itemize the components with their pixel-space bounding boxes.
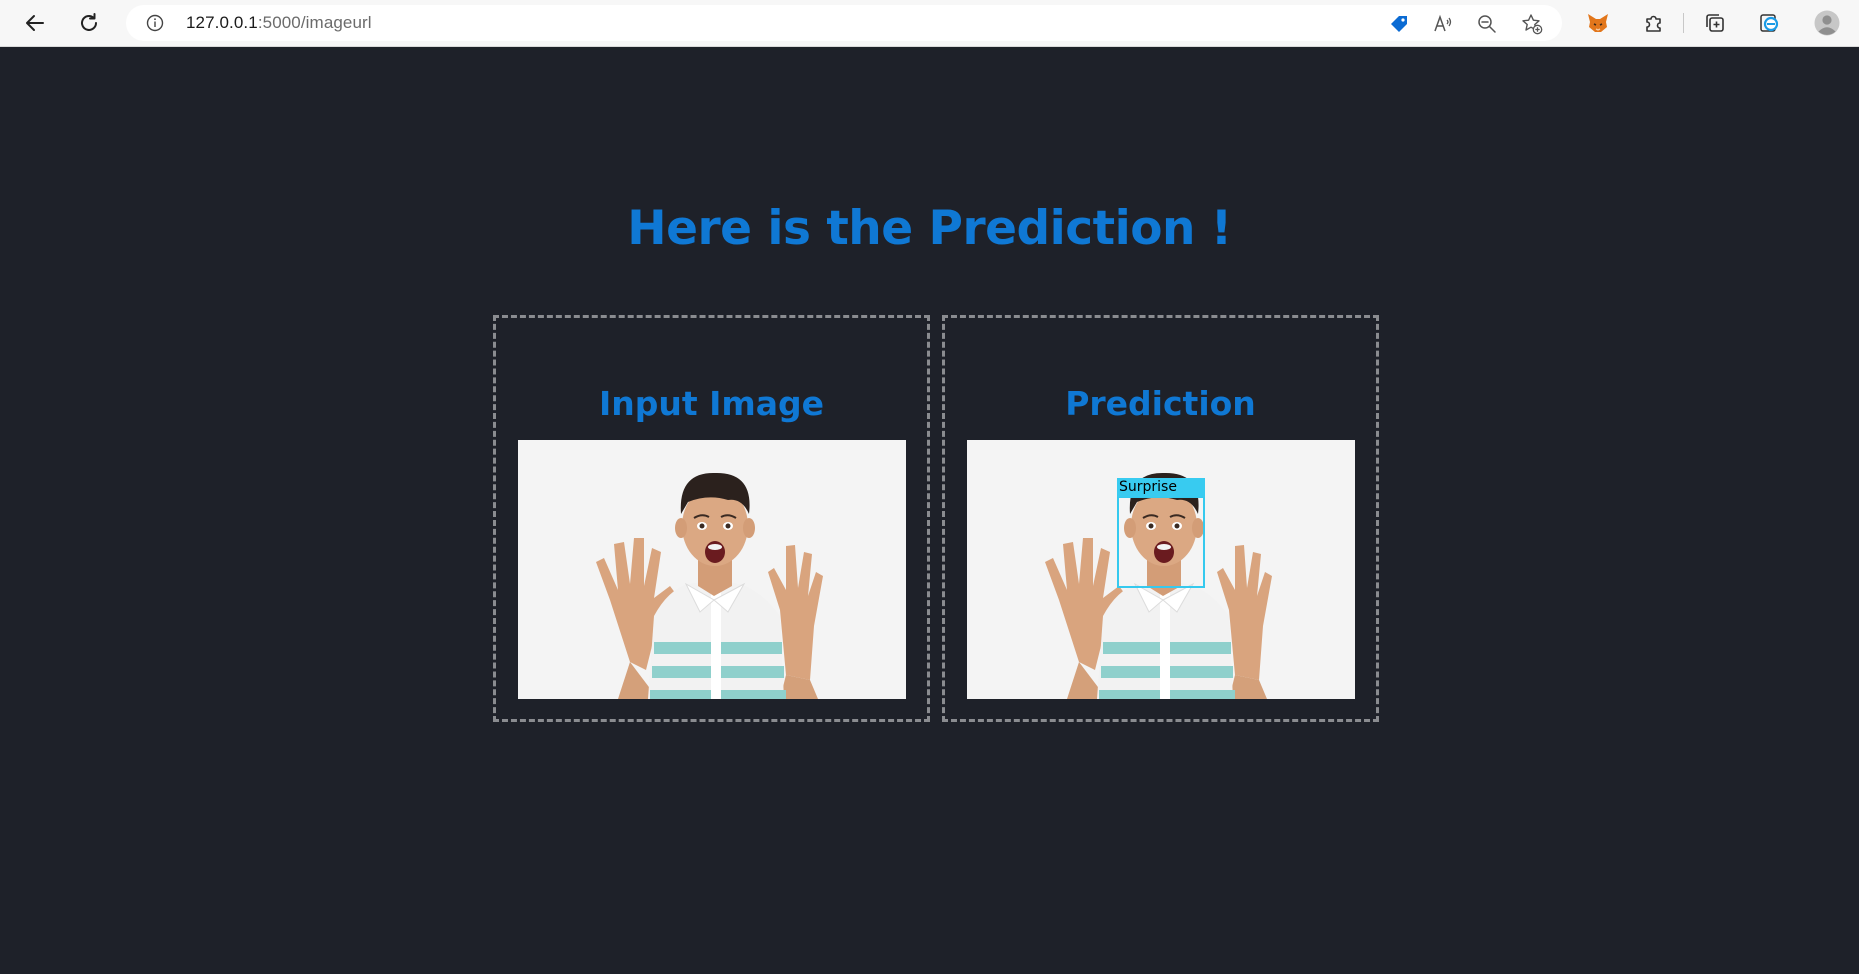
info-icon[interactable]: [146, 14, 164, 32]
browser-toolbar: 127.0.0.1:5000/imageurl: [0, 0, 1859, 47]
fox-extension-icon: [1588, 14, 1608, 32]
zoom-out-icon: [1478, 15, 1496, 33]
zoom-button[interactable]: [1476, 13, 1498, 35]
refresh-button[interactable]: [71, 6, 107, 40]
input-image: [518, 440, 906, 699]
read-aloud-icon: [1434, 14, 1452, 32]
prediction-panel: Prediction Surprise: [942, 315, 1379, 722]
shopping-button[interactable]: [1388, 13, 1410, 35]
toolbar-divider: [1683, 13, 1684, 33]
profile-avatar-icon: [1814, 10, 1840, 36]
input-image-heading: Input Image: [598, 384, 825, 423]
collections-icon: [1706, 14, 1724, 32]
url-text[interactable]: 127.0.0.1:5000/imageurl: [186, 13, 372, 33]
extensions-button[interactable]: [1636, 6, 1672, 40]
refresh-icon: [81, 13, 97, 31]
arrow-left-icon: [26, 15, 44, 31]
metamask-extension-button[interactable]: [1580, 6, 1616, 40]
page-title: Here is the Prediction !: [627, 201, 1232, 256]
emotion-label: Surprise: [1117, 478, 1205, 497]
prediction-heading: Prediction: [1065, 384, 1256, 423]
puzzle-icon: [1646, 15, 1661, 32]
url-path: :5000/imageurl: [257, 13, 372, 32]
edge-button[interactable]: [1751, 6, 1787, 40]
url-host: 127.0.0.1: [186, 13, 258, 32]
edge-icon: [1760, 14, 1779, 32]
face-bounding-box: [1117, 496, 1205, 588]
address-bar[interactable]: 127.0.0.1:5000/imageurl: [126, 5, 1562, 41]
collections-button[interactable]: [1697, 6, 1733, 40]
add-favorite-button[interactable]: [1521, 13, 1543, 35]
back-button[interactable]: [17, 6, 53, 40]
tag-icon: [1391, 16, 1407, 32]
prediction-image: Surprise: [967, 440, 1355, 699]
add-favorite-icon: [1522, 14, 1543, 35]
input-image-panel: Input Image: [493, 315, 930, 722]
profile-button[interactable]: [1809, 6, 1845, 40]
read-aloud-button[interactable]: [1432, 13, 1454, 35]
